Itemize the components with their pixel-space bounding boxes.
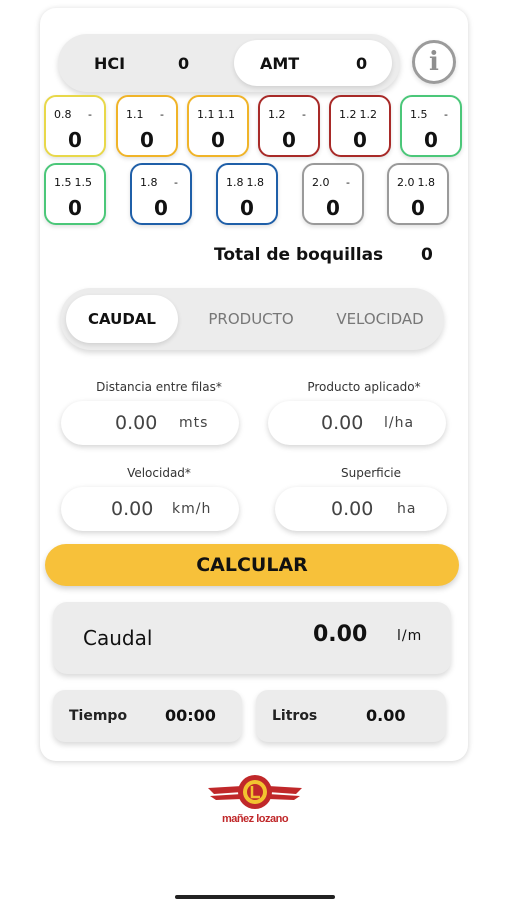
nozzle-2-0[interactable]: 2.0 - 0 (302, 163, 364, 225)
velocidad-field[interactable]: 0.00 km/h (61, 487, 239, 531)
calculator-card: HCI 0 AMT 0 i 0.8 - 0 1.1 - 0 1.1 1.1 0 … (40, 8, 468, 761)
superficie-value: 0.00 (331, 498, 374, 520)
nozzle-size-a: 1.5 (410, 108, 428, 121)
tab-producto[interactable]: PRODUCTO (188, 295, 314, 343)
nozzle-size-b: 1.8 (417, 176, 436, 189)
caudal-result: Caudal 0.00 l/m (53, 602, 451, 674)
nozzle-size-b: - (88, 108, 92, 121)
nozzle-size-a: 1.1 (197, 108, 215, 121)
nozzle-1-8[interactable]: 1.8 - 0 (130, 163, 192, 225)
nozzle-size-a: 1.2 (339, 108, 357, 121)
litros-label: Litros (272, 708, 318, 724)
distancia-value: 0.00 (115, 412, 158, 434)
tiempo-label: Tiempo (69, 708, 128, 724)
total-label: Total de boquillas (214, 245, 384, 265)
nozzle-1-8-double[interactable]: 1.8 1.8 0 (216, 163, 278, 225)
caudal-result-unit: l/m (397, 628, 423, 644)
nozzle-size-a: 2.0 (312, 176, 330, 189)
nozzle-size-a: 1.8 (226, 176, 244, 189)
superficie-unit: ha (397, 501, 417, 517)
nozzle-count: 0 (282, 128, 296, 152)
hci-option[interactable]: HCI 0 (58, 40, 228, 86)
nozzle-size-b: 1.1 (217, 108, 236, 121)
caudal-result-label: Caudal (83, 626, 153, 650)
superficie-label: Superficie (340, 466, 402, 480)
nozzle-size-a: 1.5 (54, 176, 72, 189)
nozzle-size-a: 1.2 (268, 108, 286, 121)
nozzle-size-a: 1.1 (126, 108, 144, 121)
superficie-field[interactable]: 0.00 ha (275, 487, 447, 531)
velocidad-value: 0.00 (111, 498, 154, 520)
nozzle-count: 0 (68, 196, 82, 220)
amt-label: AMT (260, 53, 300, 73)
nozzle-size-b: 1.2 (359, 108, 378, 121)
producto-unit: l/ha (384, 415, 415, 431)
nozzle-size-b: 1.5 (74, 176, 93, 189)
tab-caudal[interactable]: CAUDAL (66, 295, 178, 343)
nozzle-size-b: 1.8 (246, 176, 265, 189)
nozzle-count: 0 (211, 128, 225, 152)
distancia-unit: mts (179, 415, 209, 431)
total-value: 0 (421, 245, 433, 265)
nozzle-count: 0 (240, 196, 254, 220)
nozzle-size-a: 2.0 (397, 176, 415, 189)
tiempo-value: 00:00 (165, 706, 216, 725)
nozzle-count: 0 (326, 196, 340, 220)
hci-value: 0 (178, 53, 190, 73)
nozzle-count: 0 (140, 128, 154, 152)
nozzle-1-5[interactable]: 1.5 - 0 (400, 95, 462, 157)
hci-label: HCI (94, 53, 126, 73)
amt-option[interactable]: AMT 0 (234, 40, 392, 86)
logo-emblem: mañez lozano (208, 775, 302, 825)
amt-value: 0 (356, 53, 368, 73)
nozzle-size-b: - (160, 108, 164, 121)
distancia-label: Distancia entre filas* (96, 380, 222, 394)
nozzle-count: 0 (411, 196, 425, 220)
nozzle-size-b: - (444, 108, 448, 121)
nozzle-count: 0 (353, 128, 367, 152)
velocidad-unit: km/h (172, 501, 212, 517)
nozzle-size-b: - (302, 108, 306, 121)
producto-value: 0.00 (321, 412, 364, 434)
litros-value: 0.00 (366, 706, 406, 725)
producto-label: Producto aplicado* (307, 380, 421, 394)
home-indicator (175, 895, 335, 899)
nozzle-size-b: - (346, 176, 350, 189)
calc-mode-tabs: CAUDAL PRODUCTO VELOCIDAD (60, 288, 444, 350)
nozzle-2-0-1-8[interactable]: 2.0 1.8 0 (387, 163, 449, 225)
distancia-field[interactable]: 0.00 mts (61, 401, 239, 445)
tiempo-result: Tiempo 00:00 (53, 690, 242, 742)
producto-field[interactable]: 0.00 l/ha (268, 401, 446, 445)
nozzle-1-1[interactable]: 1.1 - 0 (116, 95, 178, 157)
caudal-result-value: 0.00 (313, 622, 368, 647)
nozzle-count: 0 (68, 128, 82, 152)
nozzle-count: 0 (424, 128, 438, 152)
nozzle-1-5-double[interactable]: 1.5 1.5 0 (44, 163, 106, 225)
tab-velocidad[interactable]: VELOCIDAD (322, 295, 438, 343)
nozzle-1-2-double[interactable]: 1.2 1.2 0 (329, 95, 391, 157)
nozzle-size-b: - (174, 176, 178, 189)
nozzle-1-2[interactable]: 1.2 - 0 (258, 95, 320, 157)
info-icon[interactable]: i (412, 40, 456, 84)
logo-text: mañez lozano (222, 813, 289, 825)
litros-result: Litros 0.00 (256, 690, 446, 742)
manez-lozano-logo: mañez lozano (200, 768, 310, 830)
nozzle-size-a: 1.8 (140, 176, 158, 189)
nozzle-size-a: 0.8 (54, 108, 72, 121)
calcular-button[interactable]: CALCULAR (45, 544, 459, 586)
nozzle-0-8[interactable]: 0.8 - 0 (44, 95, 106, 157)
mode-toggle: HCI 0 AMT 0 (58, 34, 400, 92)
velocidad-label: Velocidad* (127, 466, 191, 480)
nozzle-count: 0 (154, 196, 168, 220)
nozzle-1-1-double[interactable]: 1.1 1.1 0 (187, 95, 249, 157)
